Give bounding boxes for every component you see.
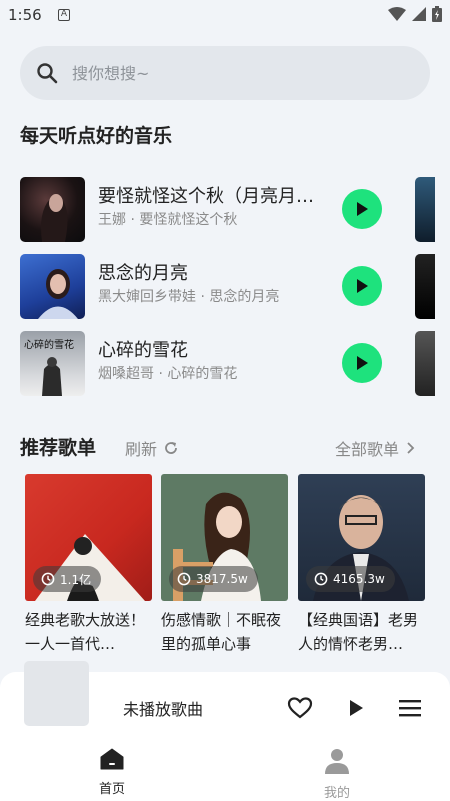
song-item[interactable]: 要怪就怪这个秋（月亮月… 王娜 · 要怪就怪这个秋: [20, 177, 415, 243]
status-time: 1:56: [8, 6, 42, 24]
search-input[interactable]: [72, 46, 412, 100]
next-column-cover[interactable]: [415, 254, 435, 319]
next-column-cover[interactable]: [415, 177, 435, 242]
status-bar: 1:56 A: [0, 0, 450, 32]
mini-player[interactable]: 未播放歌曲: [0, 661, 450, 740]
refresh-label: 刷新: [125, 440, 158, 459]
menu-icon: [399, 700, 421, 717]
battery-icon: [432, 6, 442, 22]
signal-icon: [412, 7, 426, 21]
playlist-section-title: 推荐歌单: [20, 437, 97, 459]
next-column-cover[interactable]: [415, 331, 435, 396]
song-cover: [20, 177, 85, 242]
user-icon: [325, 749, 349, 774]
refresh-button[interactable]: 刷新: [125, 436, 179, 460]
clock-icon: [314, 572, 328, 586]
status-icons: [388, 6, 442, 22]
song-cover: [20, 254, 85, 319]
clock-icon: [177, 572, 191, 586]
song-title: 要怪就怪这个秋（月亮月…: [98, 186, 314, 207]
play-count-badge: 3817.5w: [169, 566, 258, 592]
play-button[interactable]: [342, 343, 382, 383]
song-cover: 心碎的雪花: [20, 331, 85, 396]
play-count-badge: 1.1亿: [33, 566, 102, 592]
song-subtitle: 黑大婶回乡带娃 · 思念的月亮: [98, 289, 280, 305]
song-item[interactable]: 心碎的雪花 心碎的雪花 烟嗓超哥 · 心碎的雪花: [20, 331, 415, 397]
wifi-icon: [388, 7, 406, 21]
play-icon: [350, 700, 363, 716]
play-button[interactable]: [342, 266, 382, 306]
nav-label-mine: 我的: [323, 786, 350, 801]
notification-icon: A: [58, 9, 70, 21]
play-count: 1.1亿: [60, 572, 92, 587]
nav-label-home: 首页: [98, 782, 125, 797]
player-play-button[interactable]: [342, 694, 370, 722]
song-subtitle: 王娜 · 要怪就怪这个秋: [98, 212, 238, 228]
play-count-badge: 4165.3w: [306, 566, 395, 592]
play-icon: [357, 202, 368, 216]
playlist-title: 伤感情歌｜不眠夜里的孤单心事: [161, 611, 282, 653]
refresh-icon: [165, 442, 177, 454]
nav-item-home[interactable]: 首页: [72, 748, 152, 797]
home-icon: [100, 748, 124, 770]
player-cover: [24, 661, 89, 726]
clock-icon: [41, 572, 55, 586]
song-title: 思念的月亮: [98, 263, 188, 284]
playlist-title: 【经典国语】老男人的情怀老男…: [298, 611, 419, 653]
play-icon: [357, 279, 368, 293]
chevron-right-icon: [407, 442, 415, 454]
song-subtitle: 烟嗓超哥 · 心碎的雪花: [98, 366, 238, 382]
heart-icon: [287, 697, 313, 719]
play-count: 4165.3w: [333, 572, 385, 586]
song-item[interactable]: 思念的月亮 黑大婶回乡带娃 · 思念的月亮: [20, 254, 415, 320]
song-title: 心碎的雪花: [98, 340, 188, 361]
search-icon: [37, 63, 58, 84]
play-count: 3817.5w: [196, 572, 248, 586]
play-button[interactable]: [342, 189, 382, 229]
search-bar[interactable]: [20, 46, 430, 100]
play-icon: [357, 356, 368, 370]
daily-section-title: 每天听点好的音乐: [20, 125, 173, 147]
bottom-nav: 首页 我的: [0, 740, 450, 801]
player-title: 未播放歌曲: [123, 700, 204, 719]
playlist-queue-button[interactable]: [396, 694, 424, 722]
playlist-title: 经典老歌大放送！一人一首代…: [25, 611, 146, 653]
nav-item-mine[interactable]: 我的: [297, 748, 377, 801]
favorite-button[interactable]: [286, 694, 314, 722]
all-playlists-label: 全部歌单: [335, 440, 400, 459]
all-playlists-link[interactable]: 全部歌单: [335, 436, 415, 460]
